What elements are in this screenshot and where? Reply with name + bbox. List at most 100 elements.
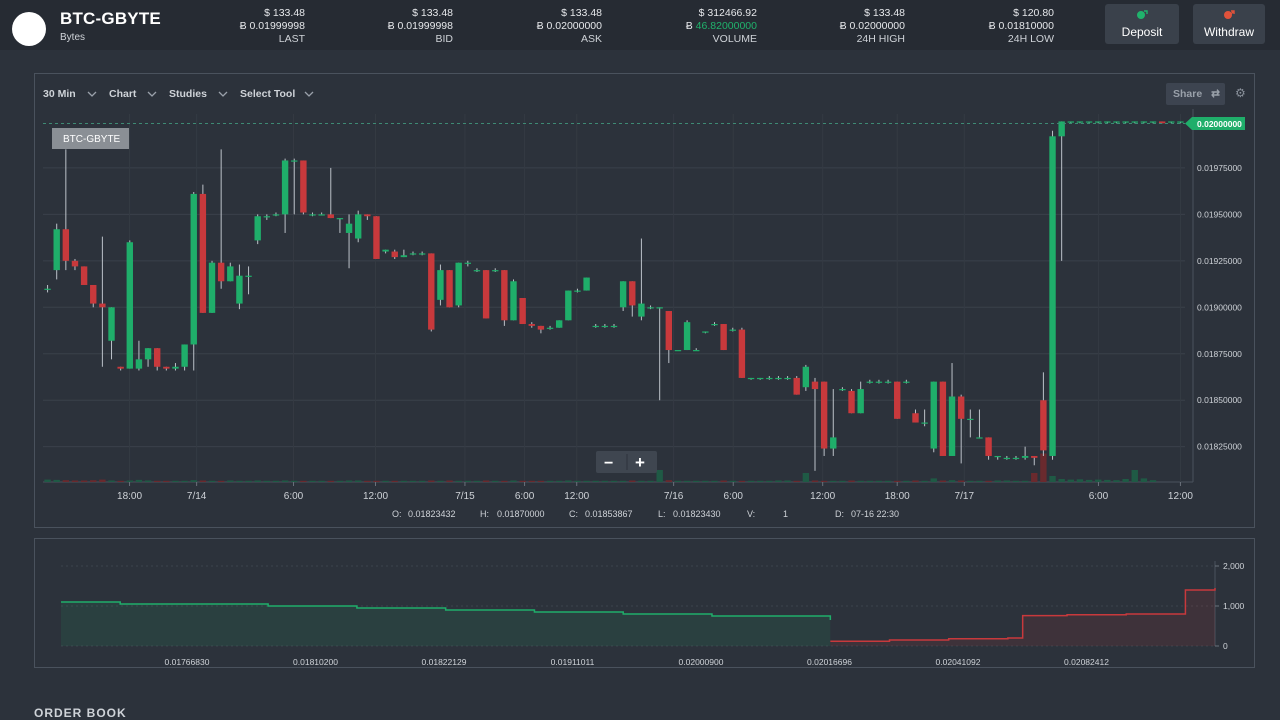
candle-up bbox=[857, 389, 864, 414]
volume-bar bbox=[583, 480, 590, 482]
volume-bar bbox=[565, 480, 572, 482]
market-currency-name: Bytes bbox=[60, 32, 86, 43]
volume-bar bbox=[1149, 480, 1157, 482]
time-tick-label: 18:00 bbox=[117, 491, 142, 502]
low-label: L: bbox=[658, 509, 666, 519]
volume-bar bbox=[336, 480, 344, 482]
volume-bar bbox=[309, 480, 316, 482]
candle-up bbox=[884, 381, 892, 383]
candlestick-chart[interactable]: 0.01975000 0.01950000 0.01925000 0.01900000… bbox=[35, 74, 1254, 527]
candle-up bbox=[903, 381, 910, 383]
candle-up bbox=[291, 160, 298, 162]
stat-last: $ 133.48 Ƀ 0.01999998 LAST bbox=[205, 7, 305, 46]
last-price-tag: 0.02000000 bbox=[1185, 117, 1245, 130]
candle-up bbox=[656, 307, 663, 309]
close-label: C: bbox=[569, 509, 578, 519]
volume-bar bbox=[482, 480, 490, 482]
candle-down bbox=[1031, 455, 1038, 458]
time-tick-label: 7/15 bbox=[455, 491, 475, 502]
open-label: O: bbox=[392, 509, 402, 519]
volume-bar bbox=[1076, 479, 1084, 482]
stat-ask-btc: Ƀ 0.02000000 bbox=[536, 20, 602, 32]
stat-24h-low-usd: $ 120.80 bbox=[1013, 7, 1054, 19]
volume-bar bbox=[610, 480, 618, 482]
volume-bar bbox=[994, 480, 1001, 482]
time-tick-label: 12:00 bbox=[363, 491, 388, 502]
deposit-button[interactable]: Deposit bbox=[1105, 4, 1179, 44]
volume-bar bbox=[501, 480, 508, 482]
candle-up bbox=[1012, 457, 1020, 460]
candle-up bbox=[976, 437, 983, 439]
stat-last-label: LAST bbox=[278, 33, 305, 45]
withdraw-button[interactable]: Withdraw bbox=[1193, 4, 1265, 44]
candle-up bbox=[1085, 121, 1093, 123]
volume-bar bbox=[894, 480, 901, 482]
ohlc-readout: O: 0.01823432 H: 0.01870000 C: 0.0185386… bbox=[392, 509, 899, 519]
volume-bar bbox=[199, 480, 207, 482]
volume-bar bbox=[400, 480, 408, 482]
volume-bar bbox=[254, 480, 261, 482]
high-label: H: bbox=[480, 509, 489, 519]
candle-down bbox=[820, 381, 828, 449]
volume-bar bbox=[875, 480, 883, 482]
volume-bar bbox=[967, 480, 974, 482]
zoom-out-button[interactable]: − bbox=[604, 455, 613, 472]
volume-bar bbox=[44, 479, 51, 482]
candle-down bbox=[665, 311, 673, 351]
candle-down bbox=[90, 284, 97, 304]
candle-up bbox=[574, 290, 581, 292]
stat-ask-label: ASK bbox=[580, 33, 602, 45]
candle-down bbox=[848, 390, 855, 414]
stat-volume-btc-symbol: Ƀ bbox=[685, 20, 693, 32]
volume-bar bbox=[281, 480, 289, 482]
depth-chart[interactable]: 2,000 1,000 0 0.01766830 0.01810200 0.018221… bbox=[35, 539, 1254, 667]
price-tick-label: 0.01911011 bbox=[551, 657, 595, 667]
volume-bar bbox=[766, 480, 773, 482]
stat-bid-btc: Ƀ 0.01999998 bbox=[387, 20, 453, 32]
volume-bar bbox=[619, 480, 627, 482]
price-tick-label: 0.01822129 bbox=[422, 657, 467, 667]
candle-down bbox=[957, 396, 965, 419]
candle-up bbox=[208, 262, 216, 313]
candle-up bbox=[565, 290, 572, 321]
candle-up bbox=[245, 275, 252, 277]
volume-bar bbox=[473, 480, 481, 482]
volume-bar bbox=[1058, 479, 1065, 482]
volume-bar bbox=[811, 480, 819, 482]
time-axis: 18:00 7/14 6:00 12:00 7/15 6:00 12:00 7/16 6:00 1… bbox=[117, 482, 1193, 502]
candle-up bbox=[510, 281, 517, 321]
volume-bar bbox=[1003, 480, 1011, 482]
volume-bar bbox=[90, 480, 97, 482]
volume-bar bbox=[327, 480, 334, 482]
candles bbox=[44, 121, 1184, 471]
candle-up bbox=[1131, 121, 1138, 123]
candle-up bbox=[1095, 121, 1102, 123]
volume-label: V: bbox=[747, 509, 755, 519]
volume-bar bbox=[857, 480, 864, 482]
price-chart-panel: 30 Min Chart Studies Select Tool Share ⇄… bbox=[34, 73, 1255, 528]
zoom-in-button[interactable]: + bbox=[635, 453, 645, 472]
volume-bar bbox=[263, 480, 271, 482]
volume-bar bbox=[939, 480, 947, 482]
close-value: 0.01853867 bbox=[585, 509, 633, 519]
candle-up bbox=[583, 277, 590, 291]
volume-bar bbox=[711, 480, 718, 482]
candle-up bbox=[44, 288, 51, 290]
candle-up bbox=[336, 218, 344, 220]
time-tick-label: 18:00 bbox=[885, 491, 910, 502]
order-book-title: ORDER BOOK bbox=[34, 706, 127, 720]
volume-bar bbox=[839, 480, 846, 482]
volume-value: 1 bbox=[783, 509, 788, 519]
volume-bar bbox=[665, 480, 673, 482]
volume-bar bbox=[519, 480, 526, 482]
candle-down bbox=[939, 381, 947, 456]
candle-down bbox=[985, 437, 992, 456]
candle-down bbox=[217, 262, 225, 282]
volume-bar bbox=[930, 478, 937, 482]
candle-up bbox=[1177, 121, 1184, 123]
volume-bar bbox=[437, 480, 444, 482]
volume-tick-label: 1,000 bbox=[1223, 601, 1245, 611]
candle-up bbox=[1168, 121, 1175, 123]
candle-down bbox=[117, 366, 124, 369]
volume-bar bbox=[629, 480, 636, 482]
